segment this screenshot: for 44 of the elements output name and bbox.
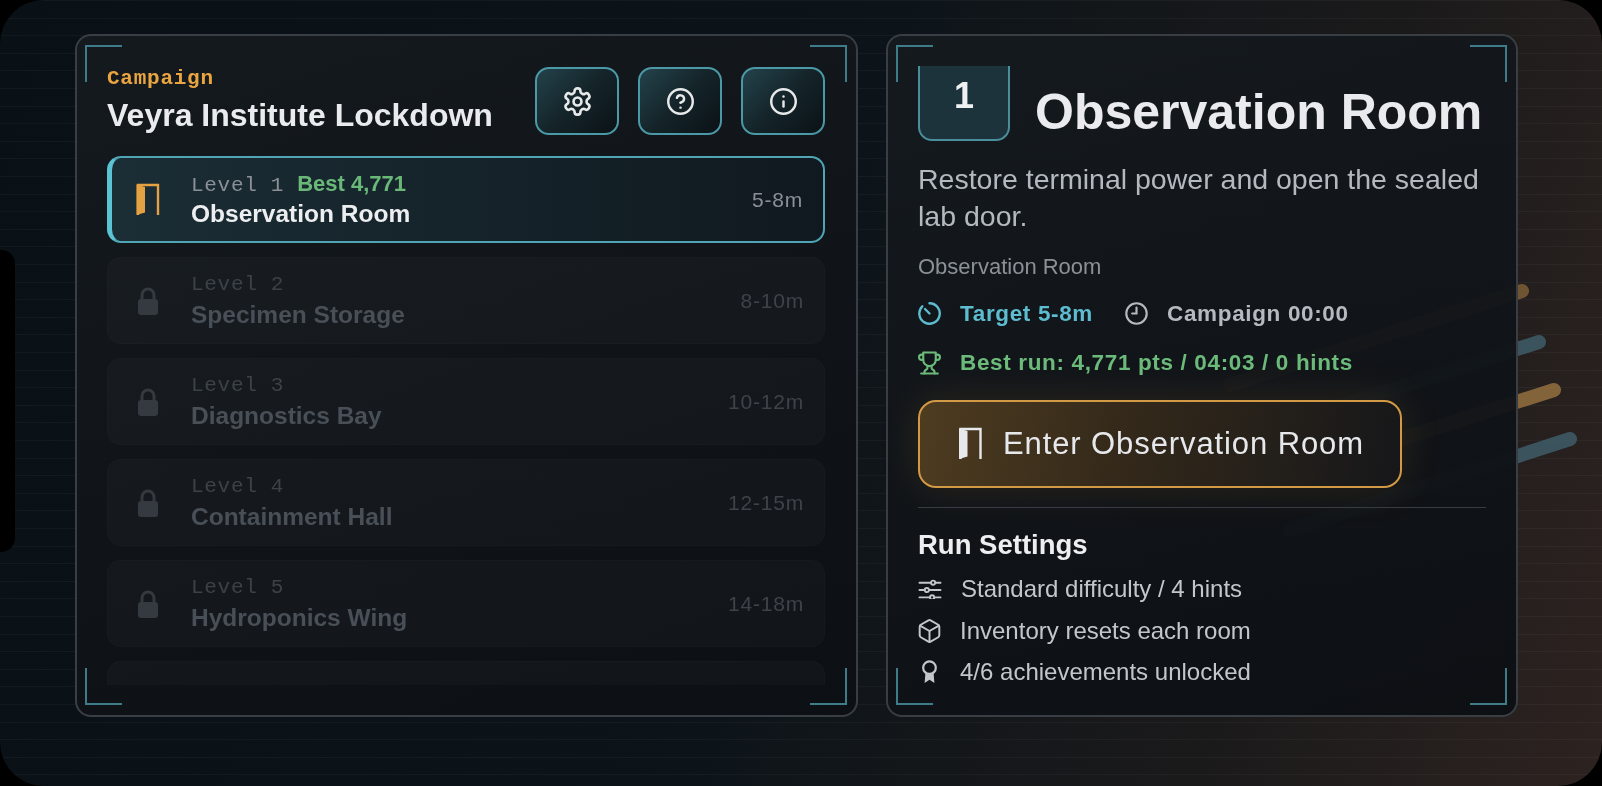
run-setting: Inventory resets each room <box>960 616 1251 645</box>
info-icon <box>769 87 797 115</box>
level-name: Diagnostics Bay <box>191 400 382 431</box>
level-description: Restore terminal power and open the sealed lab door. <box>918 161 1480 234</box>
clock-icon <box>1125 302 1149 325</box>
level-title: Observation Room <box>1035 84 1483 140</box>
level-badge: 1 <box>918 66 1010 141</box>
medal-icon <box>921 660 938 684</box>
level-card[interactable]: Level 1 Best 4,771 Observation Room 5-8m <box>107 156 825 243</box>
help-button[interactable] <box>638 67 722 135</box>
help-icon <box>666 87 694 115</box>
campaign-title: Veyra Institute Lockdown <box>107 97 493 133</box>
section-heading: Run Settings <box>918 528 1088 562</box>
door-icon <box>135 183 160 216</box>
campaign-label: Campaign <box>107 67 214 91</box>
lock-icon <box>137 285 159 316</box>
campaign-timer: Campaign 00:00 <box>1167 300 1349 327</box>
lock-icon <box>137 386 159 417</box>
level-label: Level 1 <box>191 172 285 199</box>
best-score: Best 4,771 <box>297 169 406 198</box>
level-duration: 5-8m <box>751 187 803 212</box>
info-button[interactable] <box>741 67 825 135</box>
corner-bracket <box>1470 45 1507 82</box>
target-time: Target 5-8m <box>960 300 1094 327</box>
corner-bracket <box>85 668 122 705</box>
level-name: Observation Room <box>191 198 411 229</box>
lock-icon <box>137 487 159 518</box>
sliders-icon <box>918 579 942 599</box>
settings-button[interactable] <box>535 67 619 135</box>
box-icon <box>918 618 941 643</box>
timer-icon <box>918 302 941 325</box>
run-setting: 4/6 achievements unlocked <box>960 658 1251 686</box>
run-setting: Standard difficulty / 4 hints <box>961 575 1243 603</box>
level-name: Hydroponics Wing <box>191 602 408 633</box>
level-name: Containment Hall <box>191 501 393 532</box>
location-label: Observation Room <box>918 252 1102 281</box>
trophy-icon <box>918 350 941 375</box>
corner-bracket <box>810 668 847 705</box>
corner-bracket <box>1470 668 1507 705</box>
best-run: Best run: 4,771 pts / 04:03 / 0 hints <box>960 349 1353 376</box>
door-icon <box>957 427 983 460</box>
enter-button[interactable]: Enter Observation Room <box>918 399 1402 488</box>
lock-icon <box>137 588 159 619</box>
settings-icon <box>562 86 592 116</box>
